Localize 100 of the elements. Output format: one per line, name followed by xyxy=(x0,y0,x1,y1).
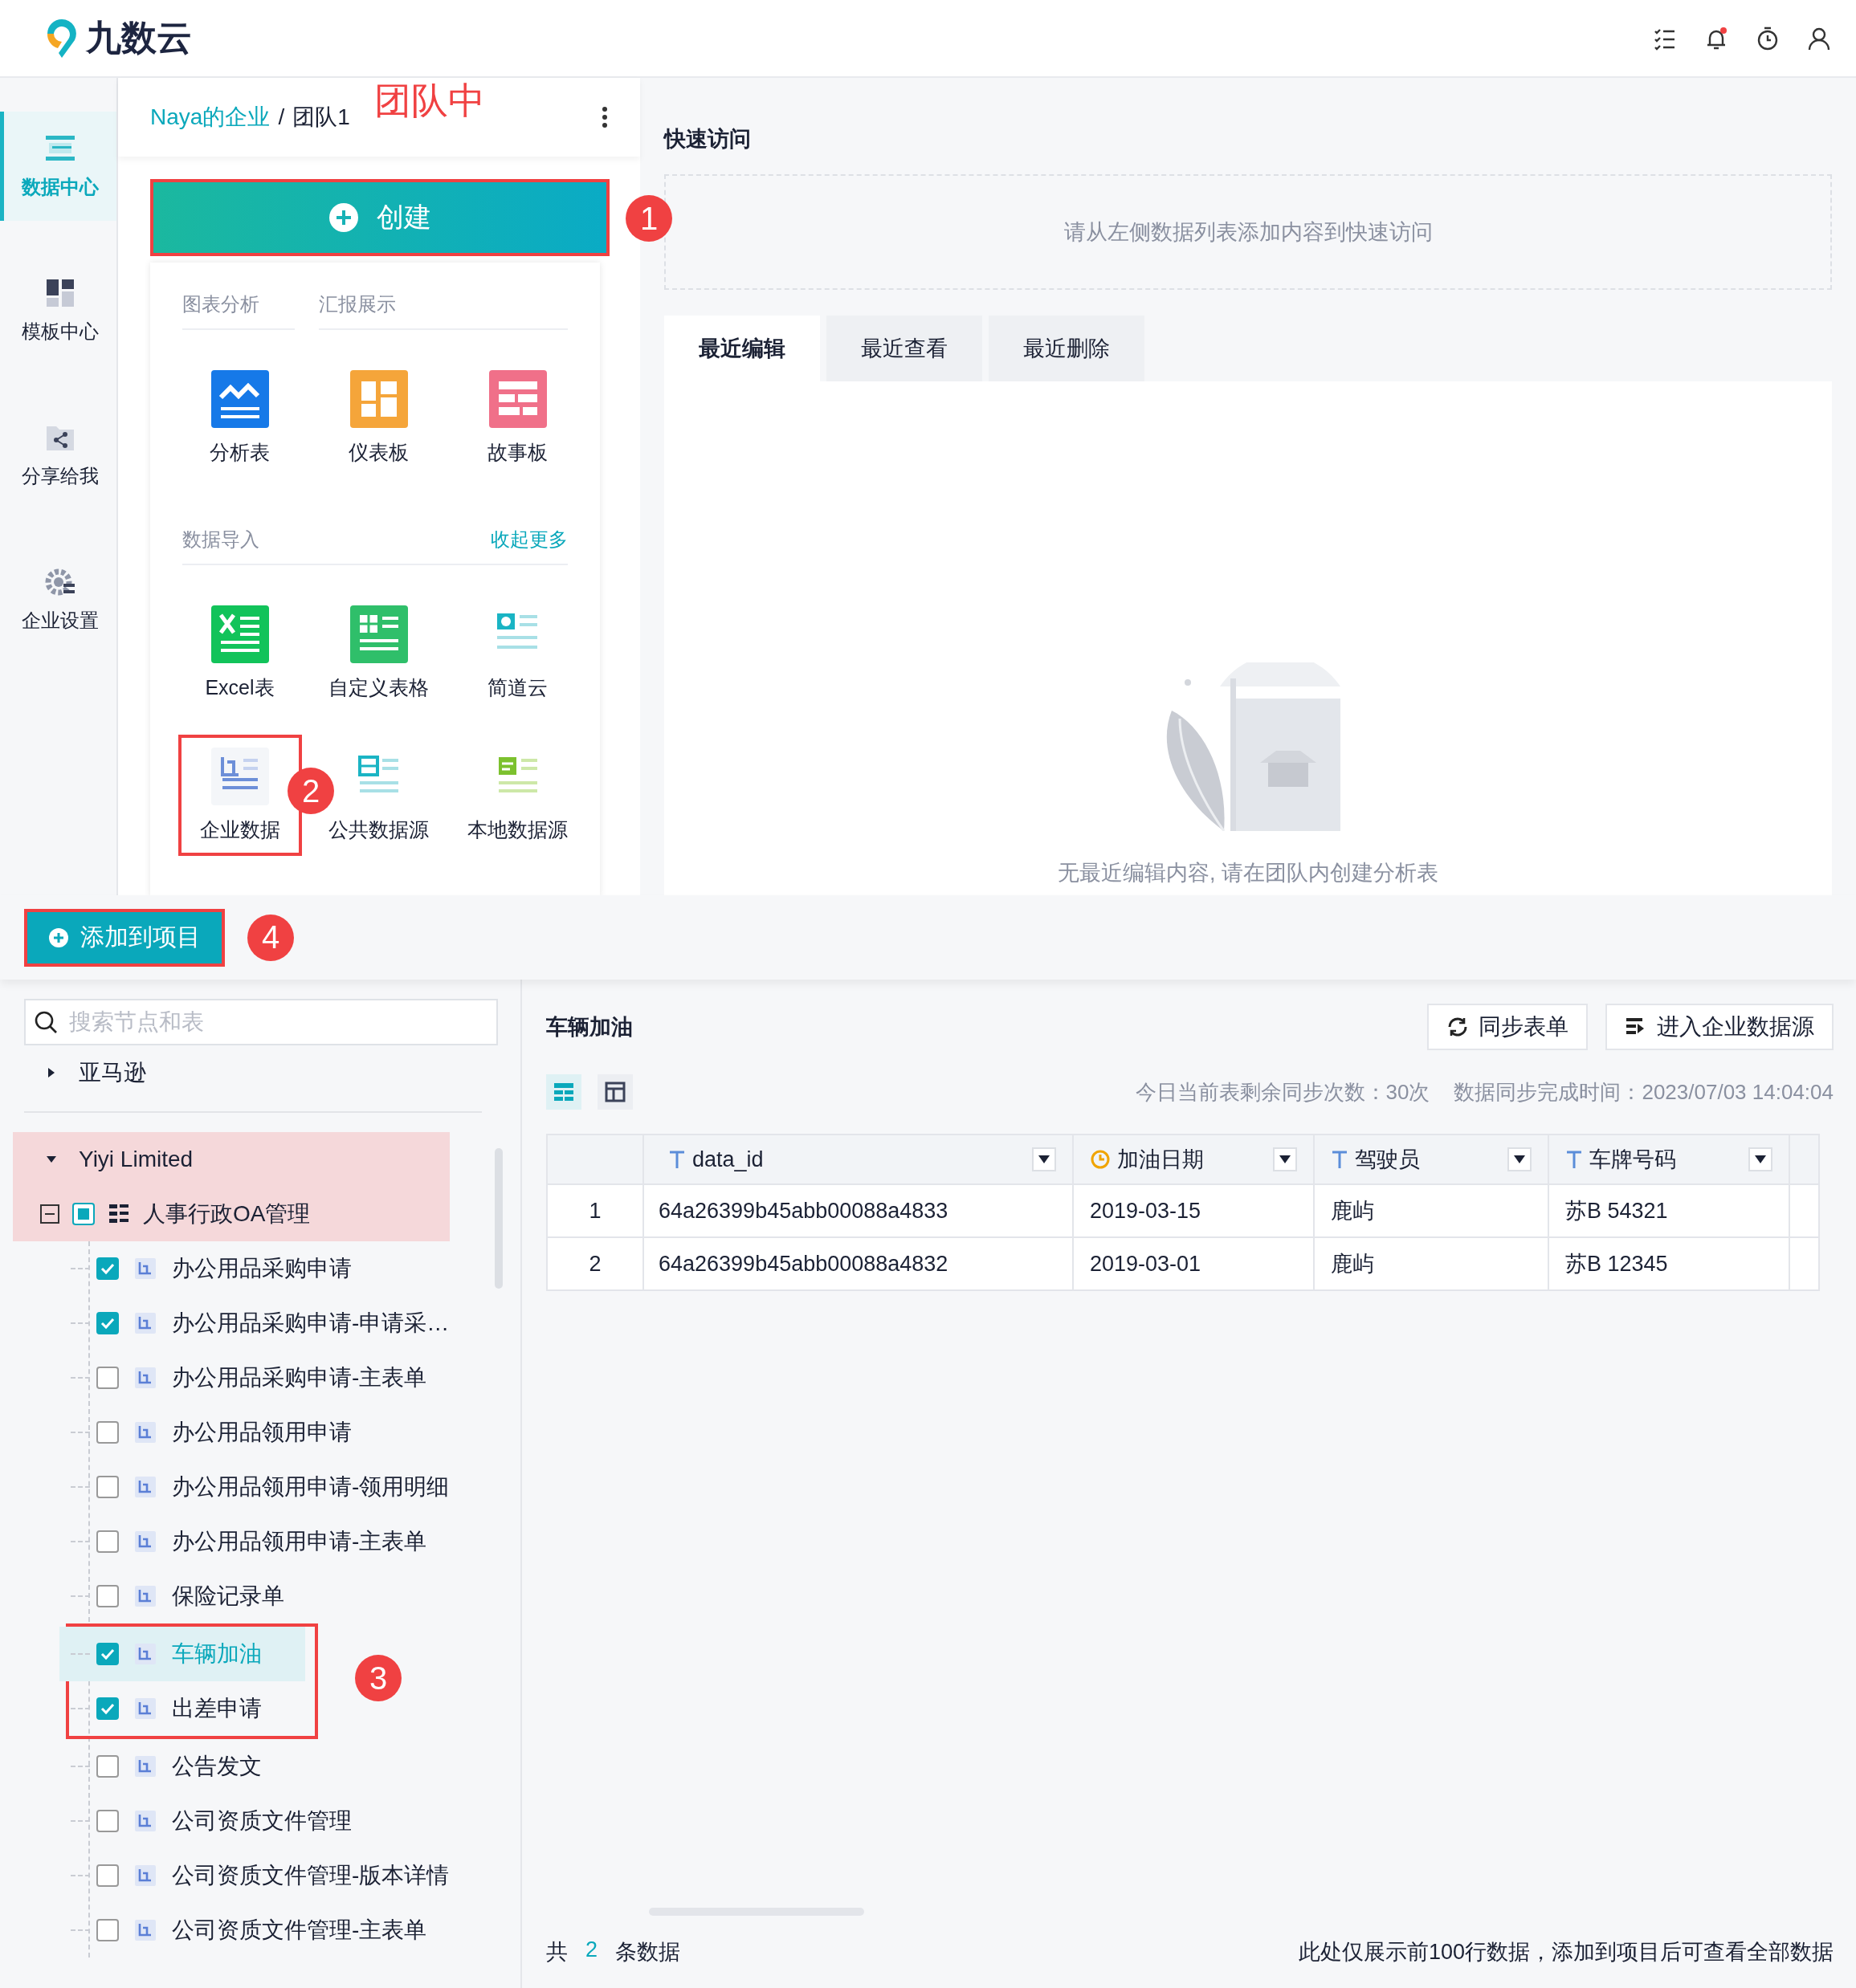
text-type-icon xyxy=(668,1150,686,1169)
line-chart-icon xyxy=(210,370,269,428)
tree-item[interactable]: 办公用品领用申请 xyxy=(39,1405,472,1460)
tree-item[interactable]: 公司资质文件管理-版本详情 xyxy=(39,1848,472,1903)
view-toggle[interactable] xyxy=(546,1074,581,1110)
table-cell: 64a26399b45abb00088a4833 xyxy=(642,1185,1072,1236)
table-doc-icon xyxy=(135,1258,156,1279)
table-doc-icon xyxy=(135,1865,156,1886)
table-title: 车辆加油 xyxy=(546,1014,633,1041)
checkbox[interactable] xyxy=(96,1585,119,1607)
table-cell: 2019-03-01 xyxy=(1072,1238,1313,1289)
search-icon xyxy=(34,1010,58,1034)
nav-item[interactable]: 企业设置 xyxy=(0,545,116,654)
checkbox[interactable] xyxy=(96,1643,119,1665)
total-label: 共 xyxy=(546,1939,568,1966)
column-header[interactable]: 车牌号码 xyxy=(1548,1135,1789,1183)
plus-circle-icon xyxy=(48,927,69,948)
tab[interactable]: 最近删除 xyxy=(989,316,1144,381)
menu-item[interactable]: 故事板 xyxy=(461,361,574,475)
logo-text: 九数云 xyxy=(86,17,192,59)
step-marker: 2 xyxy=(288,768,334,814)
tree-item[interactable]: 办公用品采购申请 xyxy=(39,1241,472,1296)
step-marker: 4 xyxy=(247,914,294,961)
checkbox[interactable] xyxy=(96,1312,119,1334)
search-box[interactable]: 搜索节点和表 xyxy=(24,999,498,1045)
checkbox[interactable] xyxy=(96,1530,119,1553)
column-header[interactable]: data_id xyxy=(642,1135,1072,1183)
table-doc-icon xyxy=(135,1644,156,1664)
sync-count-text: 今日当前表剩余同步次数：30次 xyxy=(1135,1078,1430,1106)
table-cell: 64a26399b45abb00088a4832 xyxy=(642,1238,1072,1289)
search-field[interactable]: 搜索节点和表 xyxy=(67,1008,488,1036)
checkbox[interactable] xyxy=(96,1421,119,1444)
tree-item[interactable]: 公告发文 xyxy=(39,1739,472,1794)
checkbox[interactable] xyxy=(96,1367,119,1389)
dropdown-icon[interactable] xyxy=(1507,1147,1532,1171)
tree-node[interactable]: Yiyi Limited xyxy=(13,1132,450,1187)
layout-icon xyxy=(44,277,76,309)
empty-state-text: 无最近编辑内容, 请在团队内创建分析表 xyxy=(1058,860,1438,886)
dropdown-icon[interactable] xyxy=(1273,1147,1297,1171)
section-title: 数据导入 xyxy=(182,528,259,552)
table-doc-icon xyxy=(135,1586,156,1607)
table-doc-icon xyxy=(135,1367,156,1388)
tree-item[interactable]: 公司资质文件管理-主表单 xyxy=(39,1903,472,1957)
tree-item[interactable]: 办公用品采购申请-主表单 xyxy=(39,1350,472,1405)
storyboard-icon xyxy=(488,370,547,428)
footer-note: 此处仅展示前100行数据，添加到项目后可查看全部数据 xyxy=(1298,1939,1834,1966)
table-cell: 苏B 12345 xyxy=(1548,1238,1789,1289)
nav-item[interactable]: 模板中心 xyxy=(0,256,116,365)
row-number: 1 xyxy=(588,1197,602,1224)
menu-item[interactable]: 仪表板 xyxy=(322,361,435,475)
grid-list-icon xyxy=(108,1203,130,1225)
table-cell: 鹿屿 xyxy=(1313,1238,1548,1289)
toolbar-button[interactable]: 同步表单 xyxy=(1427,1004,1588,1050)
checkbox[interactable] xyxy=(96,1864,119,1887)
checkbox[interactable] xyxy=(72,1203,95,1225)
tree-item[interactable]: 办公用品领用申请-主表单 xyxy=(39,1514,472,1569)
tree-item[interactable]: 办公用品采购申请-申请采… xyxy=(39,1296,472,1350)
tree-item[interactable]: 保险记录单 xyxy=(39,1569,472,1623)
checkbox[interactable] xyxy=(96,1697,119,1720)
tree-item[interactable]: 公司资质文件管理 xyxy=(39,1794,472,1848)
tree-item[interactable]: 出差申请 xyxy=(59,1681,305,1736)
table-cell: 鹿屿 xyxy=(1313,1185,1548,1236)
dropdown-icon[interactable] xyxy=(1032,1147,1056,1171)
text-type-icon xyxy=(1331,1150,1348,1169)
dropdown-icon[interactable] xyxy=(1748,1147,1772,1171)
column-header[interactable]: 加油日期 xyxy=(1072,1135,1313,1183)
checkbox[interactable] xyxy=(96,1810,119,1832)
table-doc-icon xyxy=(135,1531,156,1552)
view-toggle[interactable] xyxy=(598,1074,633,1110)
text-type-icon xyxy=(1565,1150,1583,1169)
checkbox[interactable] xyxy=(96,1257,119,1280)
table-doc-icon xyxy=(135,1756,156,1777)
tab[interactable]: 最近编辑 xyxy=(664,316,820,381)
nav-item[interactable]: 分享给我 xyxy=(0,401,116,510)
breadcrumb-current: 团队1 xyxy=(292,104,350,131)
tree-item[interactable]: 办公用品领用申请-领用明细 xyxy=(39,1460,472,1514)
menu-item[interactable]: 自定义表格 xyxy=(322,596,435,711)
tree-node[interactable]: 亚马逊 xyxy=(13,1045,450,1100)
table-cell: 苏B 54321 xyxy=(1548,1185,1789,1236)
table-doc-icon xyxy=(135,1313,156,1334)
more-icon[interactable] xyxy=(602,106,608,128)
checkbox[interactable] xyxy=(96,1755,119,1778)
checkbox[interactable] xyxy=(96,1476,119,1498)
column-header[interactable]: 驾驶员 xyxy=(1313,1135,1548,1183)
grid-view-icon xyxy=(604,1081,626,1103)
section-title: 快速访问 xyxy=(664,126,752,153)
dashboard-icon xyxy=(349,370,408,428)
toolbar-button[interactable]: 进入企业数据源 xyxy=(1605,1004,1834,1050)
checkbox[interactable] xyxy=(96,1919,119,1941)
menu-item[interactable]: 本地数据源 xyxy=(461,738,574,853)
tree-node[interactable]: 人事行政OA管理 xyxy=(13,1187,450,1241)
scrollbar[interactable] xyxy=(495,1148,503,1289)
sync-time-text: 数据同步完成时间：2023/07/03 14:04:04 xyxy=(1454,1078,1834,1106)
collapse-icon[interactable] xyxy=(40,1204,59,1224)
menu-item[interactable]: Excel表 xyxy=(183,596,296,711)
menu-item[interactable]: 分析表 xyxy=(183,361,296,475)
tab[interactable]: 最近查看 xyxy=(826,316,982,381)
menu-item[interactable]: 简道云 xyxy=(461,596,574,711)
building-doc-icon xyxy=(210,748,269,805)
table-cell: 2019-03-15 xyxy=(1072,1185,1313,1236)
